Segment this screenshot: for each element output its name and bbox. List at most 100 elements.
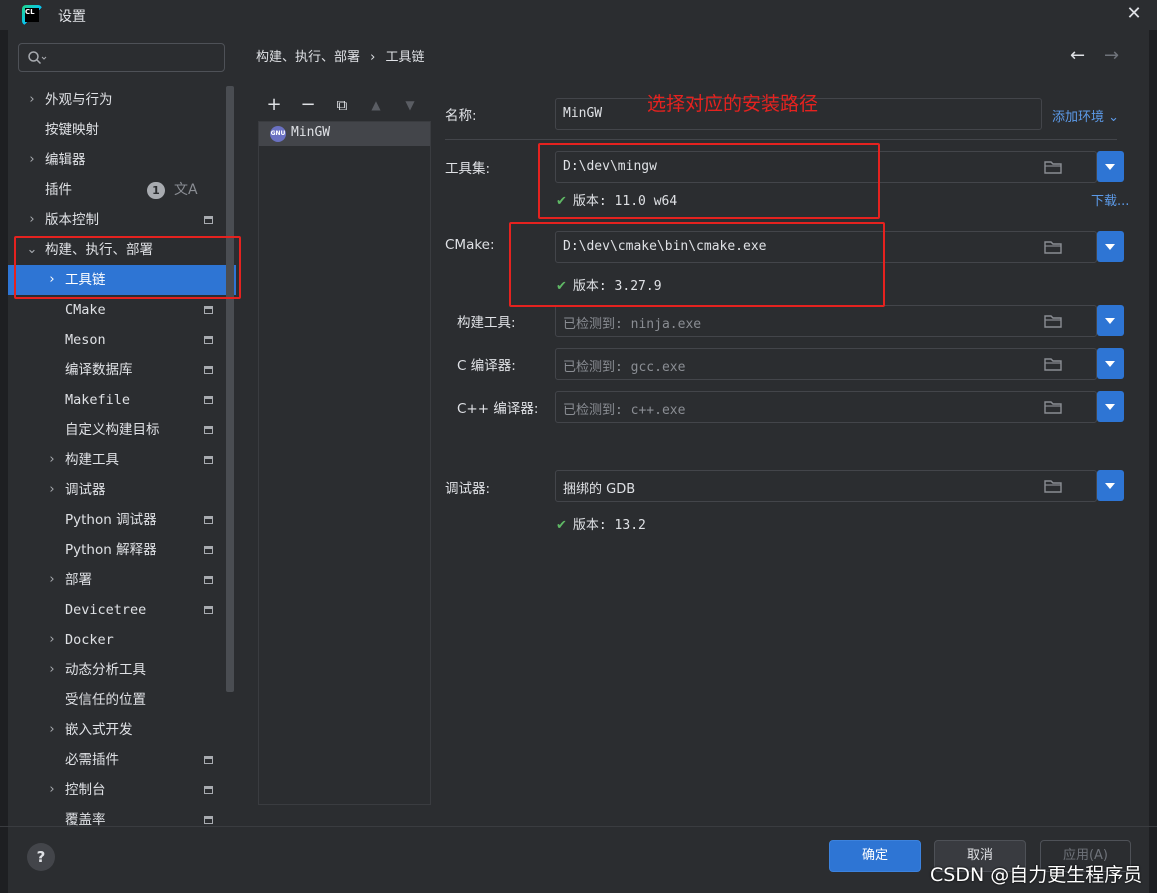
chevron-down-icon: ⌄: [1108, 110, 1120, 125]
chevron-right-icon[interactable]: ›: [45, 775, 59, 805]
sidebar-item-cmake[interactable]: CMake: [8, 295, 236, 325]
divider: [445, 139, 1117, 140]
breadcrumb: 构建、执行、部署 › 工具链: [256, 46, 425, 65]
sidebar-item-label: 编辑器: [45, 152, 86, 168]
build-tool-label: 构建工具:: [457, 315, 516, 331]
project-scope-icon: [204, 516, 213, 524]
breadcrumb-current: 工具链: [385, 50, 425, 65]
sidebar-item-label: 编译数据库: [65, 362, 133, 378]
app-logo-icon: CL: [22, 5, 42, 25]
sidebar-item-editor[interactable]: › 编辑器: [8, 145, 236, 175]
sidebar-item-custom-build-targets[interactable]: 自定义构建目标: [8, 415, 236, 445]
sidebar-item-build-tools[interactable]: › 构建工具: [8, 445, 236, 475]
chevron-right-icon[interactable]: ›: [25, 85, 39, 115]
chevron-right-icon[interactable]: ›: [45, 625, 59, 655]
sidebar-item-keymap[interactable]: 按键映射: [8, 115, 236, 145]
project-scope-icon: [204, 756, 213, 764]
c-compiler-dropdown-button[interactable]: [1097, 348, 1124, 379]
folder-icon[interactable]: [1044, 480, 1062, 493]
debugger-dropdown-button[interactable]: [1097, 470, 1124, 501]
move-up-icon[interactable]: ▲: [364, 92, 388, 118]
chevron-right-icon[interactable]: ›: [45, 475, 59, 505]
sidebar-item-label: 自定义构建目标: [65, 422, 160, 438]
sidebar-item-console[interactable]: › 控制台: [8, 775, 236, 805]
footer-divider: [0, 826, 1157, 827]
arrow-left-icon[interactable]: ←: [1070, 45, 1085, 66]
sidebar-item-label: Meson: [65, 332, 106, 348]
debugger-field[interactable]: 捆绑的 GDB: [555, 470, 1097, 502]
sidebar-item-debugger[interactable]: › 调试器: [8, 475, 236, 505]
debugger-label: 调试器:: [445, 481, 491, 497]
sidebar-item-appearance[interactable]: › 外观与行为: [8, 85, 236, 115]
sidebar-item-devicetree[interactable]: Devicetree: [8, 595, 236, 625]
search-icon: [28, 51, 47, 65]
sidebar-item-embedded-development[interactable]: › 嵌入式开发: [8, 715, 236, 745]
gnu-icon: GNU: [270, 126, 286, 142]
c-compiler-value: 已检测到: gcc.exe: [563, 360, 686, 375]
sidebar-item-trusted-locations[interactable]: 受信任的位置: [8, 685, 236, 715]
add-environment-label: 添加环境: [1052, 110, 1105, 125]
move-down-icon[interactable]: ▼: [398, 92, 422, 118]
add-icon[interactable]: +: [262, 92, 286, 118]
copy-icon[interactable]: ⧉: [330, 92, 354, 118]
chevron-right-icon[interactable]: ›: [45, 445, 59, 475]
breadcrumb-separator: ›: [370, 50, 376, 65]
close-icon[interactable]: ✕: [1124, 4, 1144, 24]
sidebar-item-meson[interactable]: Meson: [8, 325, 236, 355]
download-link[interactable]: 下载...: [1091, 190, 1129, 209]
annotation-text: 选择对应的安装路径: [647, 93, 819, 115]
sidebar-item-required-plugins[interactable]: 必需插件: [8, 745, 236, 775]
sidebar-item-label: 覆盖率: [65, 812, 106, 826]
cpp-compiler-dropdown-button[interactable]: [1097, 391, 1124, 422]
sidebar-item-plugins[interactable]: 插件 1 文A: [8, 175, 236, 205]
cpp-compiler-field[interactable]: 已检测到: c++.exe: [555, 391, 1097, 423]
remove-icon[interactable]: −: [296, 92, 320, 118]
sidebar-item-deployment[interactable]: › 部署: [8, 565, 236, 595]
folder-icon[interactable]: [1044, 241, 1062, 254]
sidebar-item-python-interpreter[interactable]: Python 解释器: [8, 535, 236, 565]
chevron-right-icon[interactable]: ›: [45, 565, 59, 595]
name-value: MinGW: [563, 106, 603, 121]
toolchain-list-item[interactable]: GNU MinGW: [259, 122, 430, 146]
background-ide-edge-right: [1149, 30, 1157, 893]
sidebar-item-dynamic-analysis-tools[interactable]: › 动态分析工具: [8, 655, 236, 685]
chevron-right-icon[interactable]: ›: [25, 205, 39, 235]
sidebar-item-label: Docker: [65, 632, 114, 648]
debugger-value: 捆绑的 GDB: [563, 482, 636, 497]
folder-icon[interactable]: [1044, 401, 1062, 414]
sidebar-item-label: Makefile: [65, 392, 131, 408]
sidebar-item-docker[interactable]: › Docker: [8, 625, 236, 655]
sidebar-item-compilation-database[interactable]: 编译数据库: [8, 355, 236, 385]
chevron-right-icon[interactable]: ›: [45, 715, 59, 745]
cmake-label: CMake:: [445, 237, 495, 253]
sidebar-item-vcs[interactable]: › 版本控制: [8, 205, 236, 235]
c-compiler-field[interactable]: 已检测到: gcc.exe: [555, 348, 1097, 380]
folder-icon[interactable]: [1044, 161, 1062, 174]
debugger-version-text: 版本: 13.2: [572, 518, 646, 533]
toolset-dropdown-button[interactable]: [1097, 151, 1124, 182]
sidebar-scrollbar[interactable]: [226, 86, 234, 692]
sidebar-item-python-debugger[interactable]: Python 调试器: [8, 505, 236, 535]
check-icon: ✔: [556, 518, 567, 533]
project-scope-icon: [204, 456, 213, 464]
chevron-right-icon[interactable]: ›: [25, 145, 39, 175]
update-count-badge: 1: [147, 182, 165, 199]
cmake-dropdown-button[interactable]: [1097, 231, 1124, 262]
ok-button[interactable]: 确定: [829, 840, 921, 872]
build-tool-dropdown-button[interactable]: [1097, 305, 1124, 336]
toolset-label: 工具集:: [445, 161, 491, 177]
sidebar-item-coverage[interactable]: 覆盖率: [8, 805, 236, 826]
add-environment-link[interactable]: 添加环境 ⌄: [1052, 106, 1119, 125]
folder-icon[interactable]: [1044, 358, 1062, 371]
debugger-version: ✔ 版本: 13.2: [556, 514, 646, 533]
sidebar-item-makefile[interactable]: Makefile: [8, 385, 236, 415]
search-input[interactable]: [18, 43, 225, 72]
folder-icon[interactable]: [1044, 315, 1062, 328]
sidebar-item-label: Devicetree: [65, 602, 147, 618]
breadcrumb-parent[interactable]: 构建、执行、部署: [256, 50, 360, 65]
cpp-compiler-label: C++ 编译器:: [457, 401, 539, 417]
chevron-right-icon[interactable]: ›: [45, 655, 59, 685]
arrow-right-icon[interactable]: →: [1104, 45, 1119, 66]
build-tool-field[interactable]: 已检测到: ninja.exe: [555, 305, 1097, 337]
help-button[interactable]: ?: [27, 843, 55, 871]
